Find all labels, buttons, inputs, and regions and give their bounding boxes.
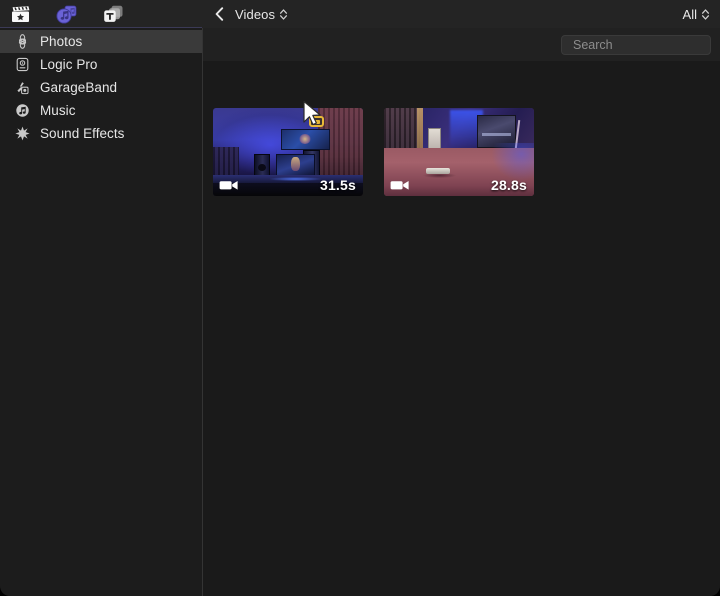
logic-pro-icon [14, 57, 30, 73]
clapperboard-star-icon [12, 5, 30, 22]
media-drag-badge-icon [309, 116, 324, 127]
search-row [203, 28, 720, 61]
sidebar-item-label: GarageBand [40, 80, 118, 95]
browser-header: Videos All [202, 0, 720, 28]
content-area: 31.5s [203, 28, 720, 596]
clip-grid: 31.5s 28.8s [213, 108, 534, 196]
filter-label: All [682, 6, 697, 22]
tab-audio[interactable] [54, 3, 80, 25]
filter-stepper[interactable] [701, 8, 710, 21]
sidebar-item-garageband[interactable]: GarageBand [0, 76, 202, 99]
audio-notes-icon [56, 5, 77, 24]
back-button[interactable] [211, 4, 227, 24]
sidebar-item-sound-effects[interactable]: Sound Effects [0, 122, 202, 145]
sidebar-content-divider [202, 28, 203, 596]
sidebar-item-label: Sound Effects [40, 126, 125, 141]
filter-selector[interactable]: All [683, 7, 710, 22]
video-camera-icon [219, 178, 239, 191]
breadcrumb-stepper[interactable] [279, 8, 288, 21]
chevron-up-down-icon [280, 8, 288, 20]
titles-t-icon [103, 5, 122, 22]
chevron-up-down-icon [701, 8, 710, 20]
music-note-icon [14, 103, 30, 119]
tab-titles[interactable] [100, 3, 126, 25]
library-sidebar: Photos Logic Pro GarageBand Music Sound … [0, 28, 202, 596]
breadcrumb-title: Videos [235, 6, 276, 22]
photos-flower-icon [14, 34, 30, 50]
search-input[interactable] [573, 37, 720, 52]
sidebar-item-label: Music [40, 103, 76, 118]
tab-media[interactable] [8, 3, 34, 25]
garageband-icon [14, 80, 30, 96]
sidebar-item-photos[interactable]: Photos [0, 30, 202, 53]
clip-item[interactable]: 28.8s [384, 108, 534, 196]
chevron-left-icon [215, 7, 223, 21]
clip-duration: 31.5s [319, 177, 356, 193]
search-field[interactable] [561, 34, 720, 55]
sound-effects-icon [14, 126, 30, 142]
video-camera-icon [390, 178, 410, 191]
sidebar-item-music[interactable]: Music [0, 99, 202, 122]
sidebar-item-label: Photos [40, 34, 83, 49]
sidebar-item-logic-pro[interactable]: Logic Pro [0, 53, 202, 76]
clip-item[interactable]: 31.5s [213, 108, 363, 196]
sidebar-item-label: Logic Pro [40, 57, 98, 72]
media-browser-window: Videos All Photos Logic Pro GarageBand M… [0, 0, 720, 596]
clip-duration: 28.8s [490, 177, 527, 193]
